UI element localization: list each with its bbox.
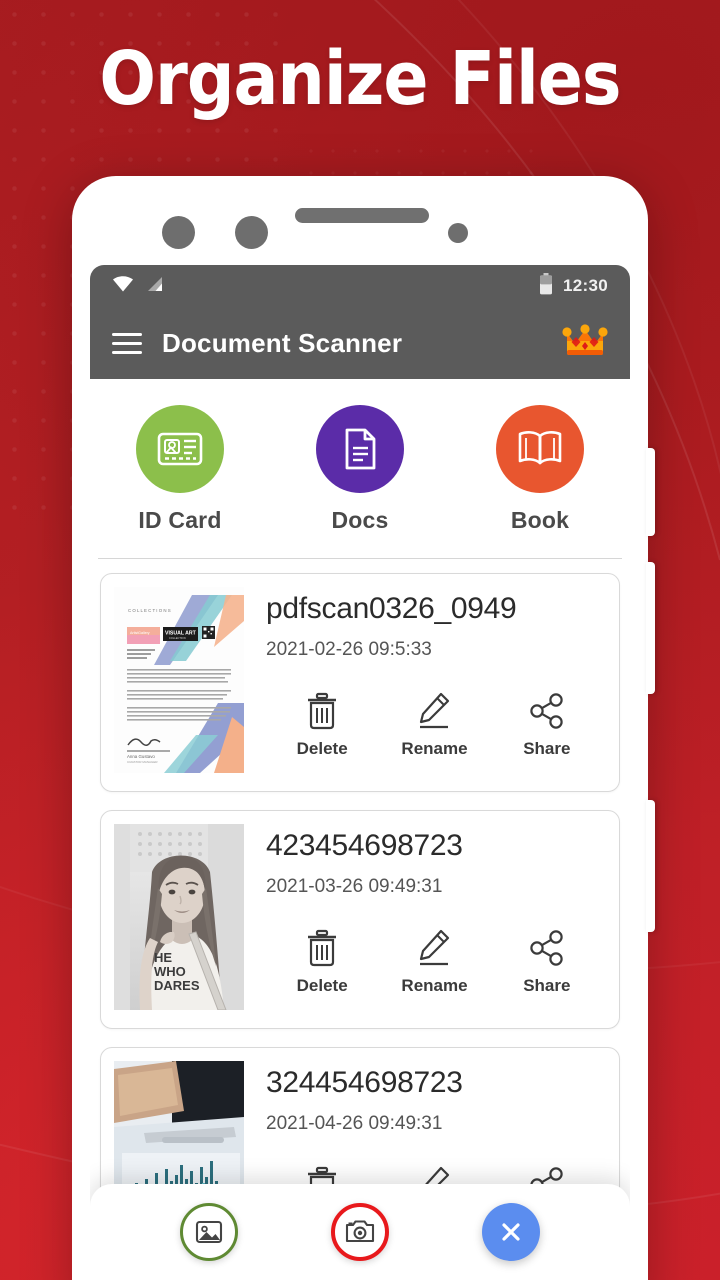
- document-icon: [316, 405, 404, 493]
- category-label: ID Card: [138, 507, 222, 533]
- rename-button[interactable]: Rename: [378, 928, 490, 996]
- gallery-image-icon: [196, 1220, 223, 1244]
- phone-led-dot: [448, 223, 468, 243]
- category-row: ID Card Docs Book: [90, 379, 630, 542]
- file-actions: Delete Rename: [266, 928, 603, 996]
- phone-earpiece-speaker: [295, 208, 429, 223]
- table-row[interactable]: HE WHO DARES 423454698723 2021-03-26 09:…: [100, 810, 620, 1029]
- battery-icon: [539, 272, 553, 300]
- svg-text:WHO: WHO: [154, 964, 186, 979]
- app-bar: Document Scanner: [90, 307, 630, 379]
- file-name: 324454698723: [266, 1066, 463, 1099]
- phone-sensor-dot: [235, 216, 268, 249]
- action-label: Share: [523, 976, 571, 995]
- trash-icon: [308, 692, 337, 730]
- svg-text:ArtistGallery: ArtistGallery: [130, 631, 150, 635]
- category-label: Book: [510, 507, 570, 533]
- promo-screenshot: Organize Files 12:30 Document Scanner ID…: [0, 0, 720, 1280]
- phone-side-button-volume-up: [646, 448, 655, 536]
- pencil-icon: [420, 692, 450, 729]
- camera-icon: [345, 1220, 375, 1243]
- camera-button[interactable]: [330, 1203, 389, 1261]
- id-card-icon: [136, 405, 224, 493]
- phone-front-camera-dot: [162, 216, 195, 249]
- close-x-icon: [502, 1223, 520, 1241]
- svg-text:DARES: DARES: [154, 978, 200, 993]
- action-label: Delete: [296, 976, 348, 995]
- portrait-photo-thumbnail: HE WHO DARES: [114, 824, 244, 1015]
- signal-icon: [146, 275, 166, 298]
- file-date: 2021-03-26 09:49:31: [266, 876, 443, 897]
- open-book-icon: [496, 405, 584, 493]
- status-bar: 12:30: [90, 265, 630, 307]
- file-date: 2021-04-26 09:49:31: [266, 1113, 443, 1134]
- delete-button[interactable]: Delete: [266, 928, 378, 996]
- share-icon: [530, 930, 563, 966]
- table-row[interactable]: C O L L E C T I O N S ArtistGallery VISU…: [100, 573, 620, 792]
- file-name: pdfscan0326_0949: [266, 592, 517, 625]
- device-viewport: 12:30 Document Scanner ID Card Docs Book…: [90, 265, 630, 1280]
- svg-text:HE: HE: [154, 950, 172, 965]
- phone-side-button-volume-down: [646, 562, 655, 694]
- hamburger-menu-icon[interactable]: [112, 332, 142, 354]
- pencil-icon: [420, 929, 450, 966]
- svg-text:COLLECTION: COLLECTION: [169, 636, 186, 640]
- action-label: Delete: [296, 739, 348, 758]
- svg-text:C O L L E C T I O N S: C O L L E C T I O N S: [128, 608, 171, 613]
- rename-button[interactable]: Rename: [378, 691, 490, 759]
- category-id-card[interactable]: ID Card: [90, 405, 270, 534]
- page-title: Document Scanner: [162, 327, 403, 358]
- phone-side-button-power: [646, 800, 655, 932]
- file-date: 2021-02-26 09:5:33: [266, 639, 432, 660]
- delete-button[interactable]: Delete: [266, 691, 378, 759]
- share-button[interactable]: Share: [491, 928, 603, 996]
- category-label: Docs: [331, 507, 389, 533]
- svg-text:Anna Gustavo: Anna Gustavo: [127, 754, 155, 759]
- crown-icon[interactable]: [562, 323, 608, 364]
- gallery-button[interactable]: [180, 1203, 239, 1261]
- action-label: Share: [523, 739, 571, 758]
- svg-text:VISUAL ART: VISUAL ART: [165, 631, 197, 637]
- file-actions: Delete Rename: [266, 691, 603, 759]
- status-bar-time: 12:30: [563, 276, 608, 295]
- file-list: C O L L E C T I O N S ArtistGallery VISU…: [90, 559, 630, 1266]
- share-button[interactable]: Share: [491, 691, 603, 759]
- action-label: Rename: [401, 976, 468, 995]
- trash-icon: [308, 929, 337, 967]
- svg-text:CURATOR MANAGER: CURATOR MANAGER: [127, 760, 158, 764]
- file-info: pdfscan0326_0949 2021-02-26 09:5:33 Dele…: [244, 574, 619, 791]
- share-icon: [530, 693, 563, 729]
- file-name: 423454698723: [266, 829, 463, 862]
- promo-headline: Organize Files: [99, 36, 621, 122]
- category-book[interactable]: Book: [450, 405, 630, 534]
- file-info: 423454698723 2021-03-26 09:49:31 Delete …: [244, 811, 619, 1028]
- action-label: Rename: [401, 739, 468, 758]
- close-button[interactable]: [481, 1203, 540, 1261]
- wifi-icon: [112, 275, 134, 298]
- category-docs[interactable]: Docs: [270, 405, 450, 534]
- certificate-letterhead-thumbnail: C O L L E C T I O N S ArtistGallery VISU…: [114, 587, 244, 778]
- bottom-sheet: [90, 1184, 630, 1280]
